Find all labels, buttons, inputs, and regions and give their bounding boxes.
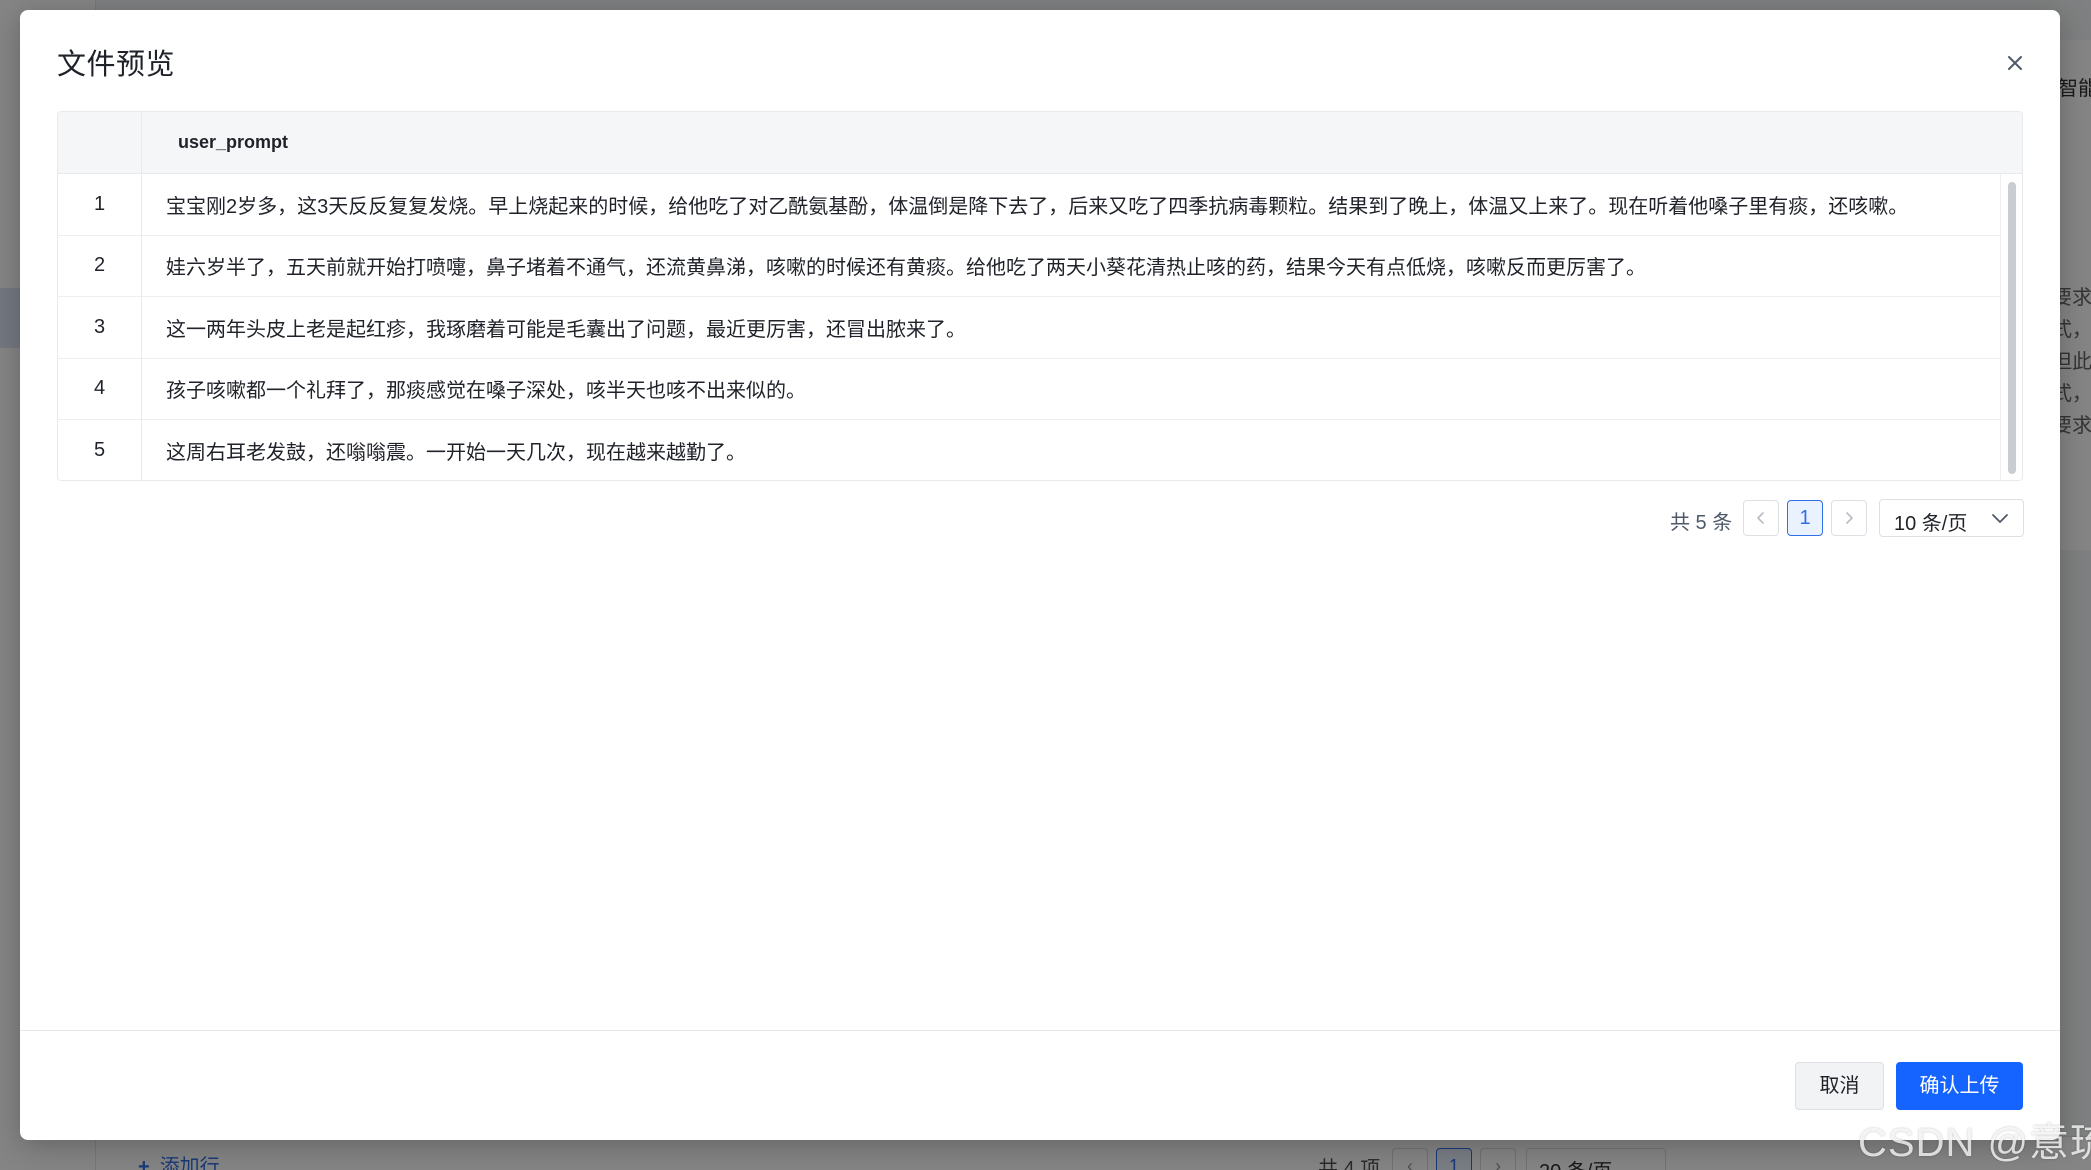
table-row: 3 这一两年头皮上老是起红疹，我琢磨着可能是毛囊出了问题，最近更厉害，还冒出脓来… xyxy=(58,297,2022,359)
chevron-left-icon xyxy=(1757,512,1764,524)
table-row: 2 娃六岁半了，五天前就开始打喷嚏，鼻子堵着不通气，还流黄鼻涕，咳嗽的时候还有黄… xyxy=(58,235,2022,297)
table-scrollbar-thumb[interactable] xyxy=(2008,182,2016,474)
row-index: 4 xyxy=(58,358,142,419)
row-user-prompt: 宝宝刚2岁多，这3天反反复复发烧。早上烧起来的时候，给他吃了对乙酰氨基酚，体温倒… xyxy=(166,195,1909,218)
table-body: 1 宝宝刚2岁多，这3天反反复复发烧。早上烧起来的时候，给他吃了对乙酰氨基酚，体… xyxy=(58,174,2022,480)
page-size-value: 10 条/页 xyxy=(1894,513,1968,535)
preview-table: user_prompt 1 宝宝刚2岁多，这3天反反复复发烧。早上烧起来的时候，… xyxy=(57,111,2023,481)
table-header: user_prompt xyxy=(58,112,2022,174)
chevron-right-icon xyxy=(1846,512,1853,524)
confirm-upload-button[interactable]: 确认上传 xyxy=(1896,1062,2023,1110)
table-scrollbar[interactable] xyxy=(2000,174,2022,480)
chevron-down-icon xyxy=(1992,514,2008,523)
current-page-button[interactable]: 1 xyxy=(1787,500,1823,536)
row-user-prompt: 孩子咳嗽都一个礼拜了，那痰感觉在嗓子深处，咳半天也咳不出来似的。 xyxy=(166,380,806,403)
next-page-button[interactable] xyxy=(1831,500,1867,536)
table-row: 1 宝宝刚2岁多，这3天反反复复发烧。早上烧起来的时候，给他吃了对乙酰氨基酚，体… xyxy=(58,174,2022,236)
pagination-total: 共 5 条 xyxy=(1670,512,1733,534)
watermark: CSDN @意琉 xyxy=(1858,1121,2091,1165)
modal-title: 文件预览 xyxy=(57,49,176,81)
row-index: 5 xyxy=(58,420,142,480)
page-size-select[interactable]: 10 条/页 xyxy=(1879,499,2024,537)
prev-page-button[interactable] xyxy=(1743,500,1779,536)
row-user-prompt: 娃六岁半了，五天前就开始打喷嚏，鼻子堵着不通气，还流黄鼻涕，咳嗽的时候还有黄痰。… xyxy=(166,257,1646,280)
table-header-index xyxy=(58,112,142,173)
row-index: 3 xyxy=(58,297,142,358)
table-row: 4 孩子咳嗽都一个礼拜了，那痰感觉在嗓子深处，咳半天也咳不出来似的。 xyxy=(58,358,2022,420)
row-index: 1 xyxy=(58,174,142,235)
table-row: 5 这周右耳老发鼓，还嗡嗡震。一开始一天几次，现在越来越勤了。 xyxy=(58,420,2022,480)
file-preview-modal: 文件预览 user_prompt 1 宝宝刚2岁多，这3天反反复复发烧。早上烧起… xyxy=(20,10,2060,1140)
cancel-button[interactable]: 取消 xyxy=(1795,1062,1884,1110)
row-user-prompt: 这周右耳老发鼓，还嗡嗡震。一开始一天几次，现在越来越勤了。 xyxy=(166,442,746,465)
table-header-user-prompt: user_prompt xyxy=(178,132,289,152)
row-index: 2 xyxy=(58,235,142,296)
footer-divider xyxy=(20,1030,2060,1031)
close-icon[interactable] xyxy=(2000,48,2030,78)
row-user-prompt: 这一两年头皮上老是起红疹，我琢磨着可能是毛囊出了问题，最近更厉害，还冒出脓来了。 xyxy=(166,318,966,341)
